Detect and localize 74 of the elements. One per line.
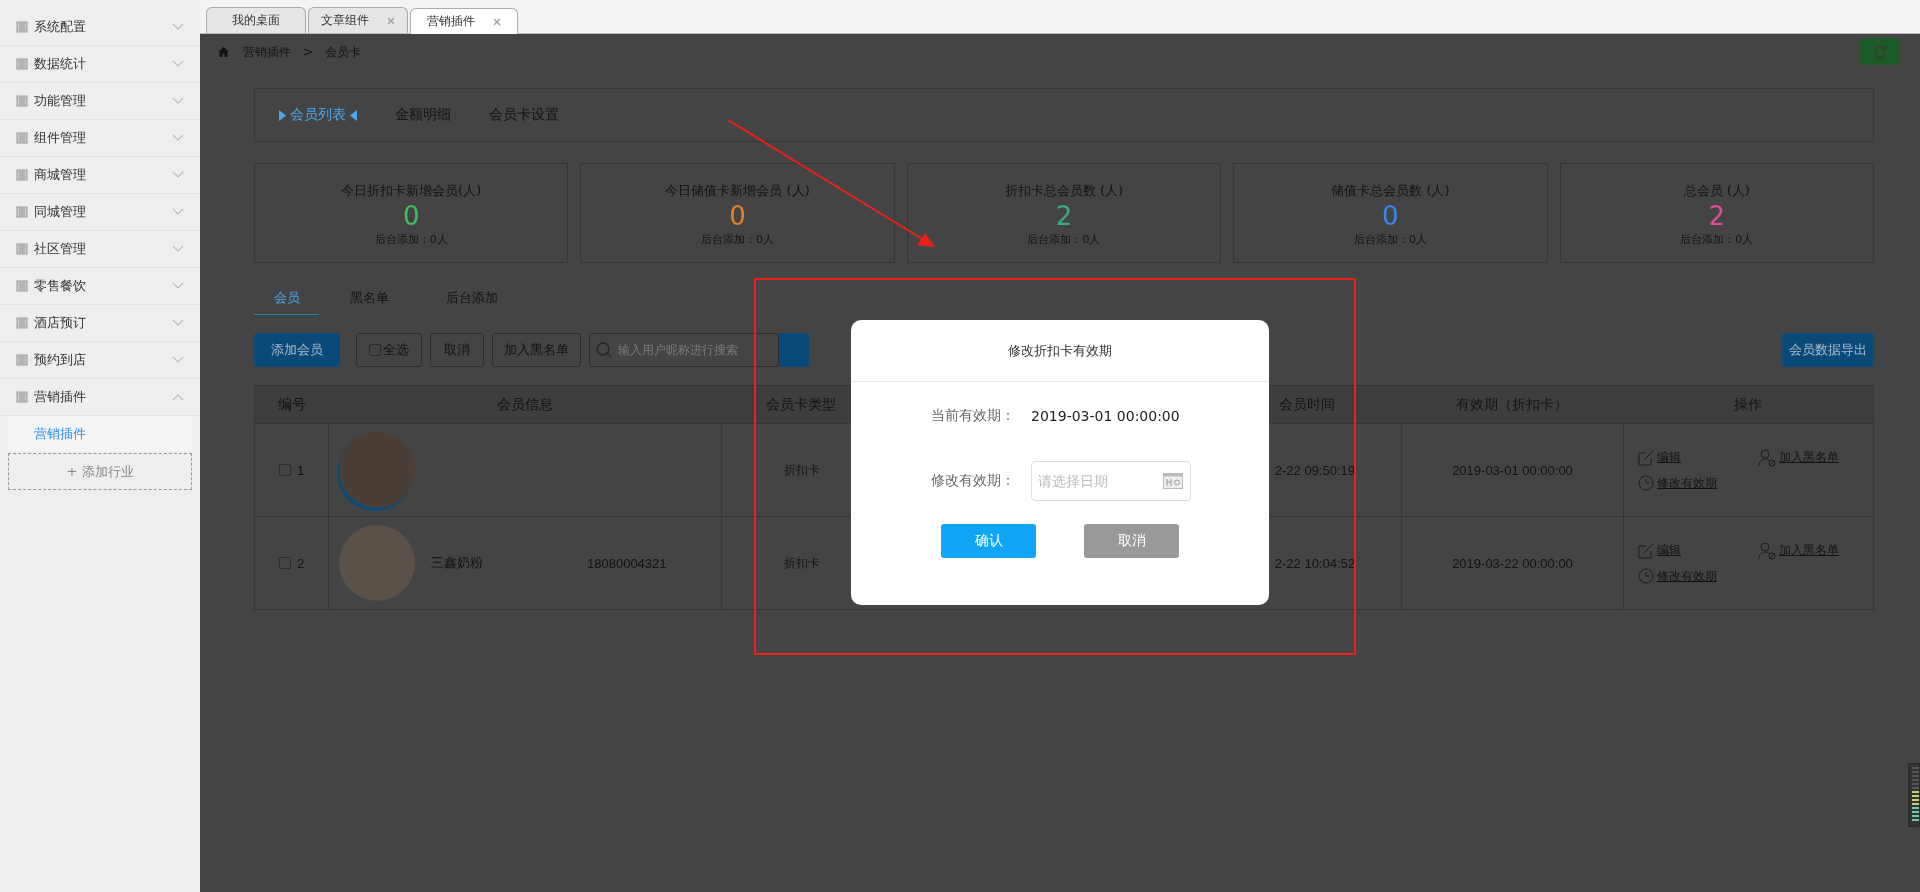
book-icon [16, 280, 28, 292]
clock-icon [1638, 475, 1654, 491]
sidebar-label: 商城管理 [34, 166, 87, 184]
close-icon[interactable] [387, 16, 395, 25]
field-value: 2019-03-01 00:00:00 [1031, 408, 1180, 424]
stat-value: 0 [729, 200, 746, 232]
sidebar-label: 预约到店 [34, 351, 87, 369]
sidebar-item[interactable]: 功能管理 [0, 83, 200, 120]
caret-icon [350, 109, 357, 121]
stat-value: 2 [1708, 200, 1726, 232]
field-label: 当前有效期： [931, 407, 1016, 425]
date-field[interactable]: 请选择日期 [1031, 461, 1191, 501]
sidebar-item[interactable]: 数据统计 [0, 46, 200, 83]
book-icon [16, 21, 28, 33]
book-icon [16, 206, 28, 218]
add-industry-button[interactable]: + 添加行业 [8, 453, 192, 490]
book-icon [16, 132, 28, 144]
sidebar-label: 功能管理 [34, 92, 87, 110]
home-icon[interactable] [218, 47, 229, 57]
page-tab[interactable]: 文章组件 [308, 7, 408, 33]
book-icon [16, 243, 28, 255]
sidebar-label: 数据统计 [34, 55, 87, 73]
sidebar-item[interactable]: 酒店预订 [0, 305, 200, 342]
book-icon [16, 391, 28, 403]
refresh-button[interactable] [1860, 38, 1900, 65]
confirm-button[interactable]: 确认 [941, 524, 1036, 558]
sidebar-item[interactable]: 预约到店 [0, 342, 200, 379]
stat-value: 0 [1382, 200, 1399, 232]
sidebar-label: 组件管理 [34, 129, 87, 147]
book-icon [16, 95, 28, 107]
checkbox[interactable] [369, 343, 381, 356]
sidebar-item[interactable]: 组件管理 [0, 120, 200, 157]
book-icon [16, 317, 28, 329]
sidebar-label: 营销插件 [34, 388, 87, 406]
calendar-icon [1163, 473, 1183, 489]
book-icon [16, 169, 28, 181]
stat-value: 0 [402, 200, 420, 232]
sidebar-item[interactable]: 商城管理 [0, 157, 200, 194]
sidebar-label: 同城管理 [34, 203, 87, 221]
sidebar-subitem[interactable]: 营销插件 [8, 416, 192, 451]
dialog-title: 修改折扣卡有效期 [851, 320, 1269, 382]
stat-value: 2 [1055, 200, 1073, 232]
book-icon [16, 354, 28, 366]
breadcrumb-item: > [303, 45, 314, 59]
checkbox[interactable] [278, 557, 291, 569]
cancel-button[interactable]: 取消 [1084, 524, 1179, 558]
edit-icon [1638, 449, 1654, 466]
edit-icon [1638, 542, 1654, 559]
field-label: 修改有效期： [931, 472, 1016, 490]
page-tab[interactable]: 我的桌面 [206, 7, 306, 33]
refresh-icon [1873, 44, 1887, 59]
sidebar-label: 系统配置 [34, 18, 87, 36]
member-tab[interactable]: 会员 [254, 285, 319, 315]
sidebar-item[interactable]: 同城管理 [0, 194, 200, 231]
caret-icon [279, 109, 286, 121]
sidebar-label: 零售餐饮 [34, 277, 87, 295]
clock-icon [1638, 568, 1654, 584]
search-icon [596, 341, 612, 358]
add-member-button[interactable]: 添加会员 [254, 332, 340, 367]
sidebar-label: 酒店预订 [34, 314, 87, 332]
checkbox[interactable] [278, 464, 291, 476]
user-block-icon [1758, 541, 1776, 560]
sidebar-label: 社区管理 [34, 240, 87, 258]
sidebar-item[interactable]: 社区管理 [0, 231, 200, 268]
sidebar-item[interactable]: 零售餐饮 [0, 268, 200, 305]
export-button[interactable]: 会员数据导出 [1782, 332, 1874, 367]
close-icon[interactable] [493, 17, 501, 26]
level-meter-drawing [1908, 763, 1920, 827]
book-icon [16, 58, 28, 70]
user-block-icon [1758, 448, 1776, 467]
search-button[interactable] [779, 332, 809, 367]
page-tab[interactable]: 营销插件 [410, 8, 518, 34]
section-tab[interactable]: 会员列表 [279, 106, 357, 124]
sidebar-item[interactable]: 系统配置 [0, 9, 200, 46]
